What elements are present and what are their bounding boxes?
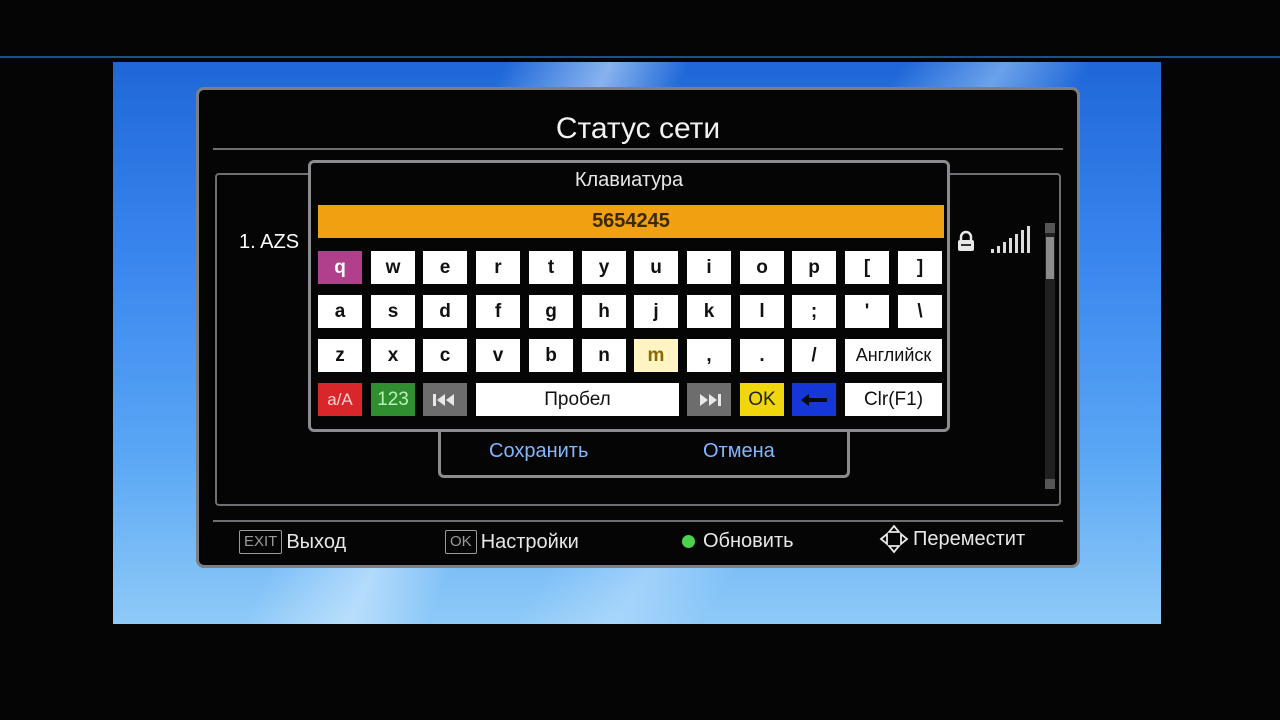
- keyboard-title: Клавиатура: [574, 169, 684, 191]
- key-m[interactable]: m: [634, 339, 678, 372]
- exit-hint[interactable]: EXIT Выход: [239, 530, 346, 554]
- on-screen-keyboard: Клавиатура 5654245 q w e r t y u i o p […: [308, 160, 950, 432]
- key-h[interactable]: h: [582, 295, 626, 328]
- key-right-bracket[interactable]: ]: [898, 251, 942, 284]
- key-backslash[interactable]: \: [898, 295, 942, 328]
- settings-hint[interactable]: OK Настройки: [445, 530, 579, 554]
- exit-key-label: EXIT: [239, 530, 283, 554]
- list-item[interactable]: 1. AZS: [239, 231, 299, 254]
- key-t[interactable]: t: [529, 251, 573, 284]
- case-toggle-key[interactable]: a/A: [318, 383, 362, 416]
- numbers-key[interactable]: 123: [371, 383, 415, 416]
- green-button-icon: [682, 535, 695, 548]
- key-u[interactable]: u: [634, 251, 678, 284]
- cursor-right-key[interactable]: [687, 383, 731, 416]
- refresh-label: Обновить: [703, 530, 794, 552]
- title-divider: [213, 148, 1063, 150]
- key-apostrophe[interactable]: ': [845, 295, 889, 328]
- refresh-hint[interactable]: Обновить: [682, 530, 794, 553]
- signal-strength-icon: [991, 226, 1030, 253]
- key-d[interactable]: d: [423, 295, 467, 328]
- footer-hints: EXIT Выход OK Настройки Обновить Перемес…: [199, 524, 1077, 560]
- move-label: Переместит: [913, 527, 1026, 550]
- key-w[interactable]: w: [371, 251, 415, 284]
- cancel-button[interactable]: Отмена: [703, 440, 775, 463]
- key-i[interactable]: i: [687, 251, 731, 284]
- settings-label: Настройки: [480, 530, 579, 553]
- key-a[interactable]: a: [318, 295, 362, 328]
- space-key[interactable]: Пробел: [476, 383, 679, 416]
- key-k[interactable]: k: [687, 295, 731, 328]
- key-b[interactable]: b: [529, 339, 573, 372]
- navigation-arrows-icon: [879, 524, 909, 554]
- key-v[interactable]: v: [476, 339, 520, 372]
- backspace-arrow-icon: [801, 393, 827, 406]
- clear-key[interactable]: Clr(F1): [845, 383, 942, 416]
- key-period[interactable]: .: [740, 339, 784, 372]
- key-j[interactable]: j: [634, 295, 678, 328]
- key-x[interactable]: x: [371, 339, 415, 372]
- scroll-down-arrow[interactable]: [1045, 479, 1055, 489]
- move-hint[interactable]: Переместит: [879, 524, 1025, 554]
- key-z[interactable]: z: [318, 339, 362, 372]
- key-c[interactable]: c: [423, 339, 467, 372]
- save-button[interactable]: Сохранить: [489, 440, 588, 463]
- key-comma[interactable]: ,: [687, 339, 731, 372]
- key-n[interactable]: n: [582, 339, 626, 372]
- key-g[interactable]: g: [529, 295, 573, 328]
- scroll-up-arrow[interactable]: [1045, 223, 1055, 233]
- cursor-left-key[interactable]: [423, 383, 467, 416]
- skip-back-icon: [433, 393, 454, 406]
- key-l[interactable]: l: [740, 295, 784, 328]
- language-key[interactable]: Английск: [845, 339, 942, 372]
- key-semicolon[interactable]: ;: [792, 295, 836, 328]
- key-r[interactable]: r: [476, 251, 520, 284]
- top-divider: [0, 56, 1280, 58]
- page-title: Статус сети: [555, 112, 721, 145]
- key-s[interactable]: s: [371, 295, 415, 328]
- lock-icon: [958, 230, 974, 251]
- scrollbar-thumb[interactable]: [1046, 237, 1054, 279]
- backspace-key[interactable]: [792, 383, 836, 416]
- key-p[interactable]: p: [792, 251, 836, 284]
- key-f[interactable]: f: [476, 295, 520, 328]
- key-slash[interactable]: /: [792, 339, 836, 372]
- keyboard-input-field[interactable]: 5654245: [318, 205, 944, 238]
- key-left-bracket[interactable]: [: [845, 251, 889, 284]
- ok-key-label: OK: [445, 530, 477, 554]
- skip-forward-icon: [700, 393, 721, 406]
- key-y[interactable]: y: [582, 251, 626, 284]
- key-o[interactable]: o: [740, 251, 784, 284]
- key-q[interactable]: q: [318, 251, 362, 284]
- ok-key[interactable]: OK: [740, 383, 784, 416]
- key-e[interactable]: e: [423, 251, 467, 284]
- exit-label: Выход: [286, 530, 347, 553]
- footer-divider: [213, 520, 1063, 522]
